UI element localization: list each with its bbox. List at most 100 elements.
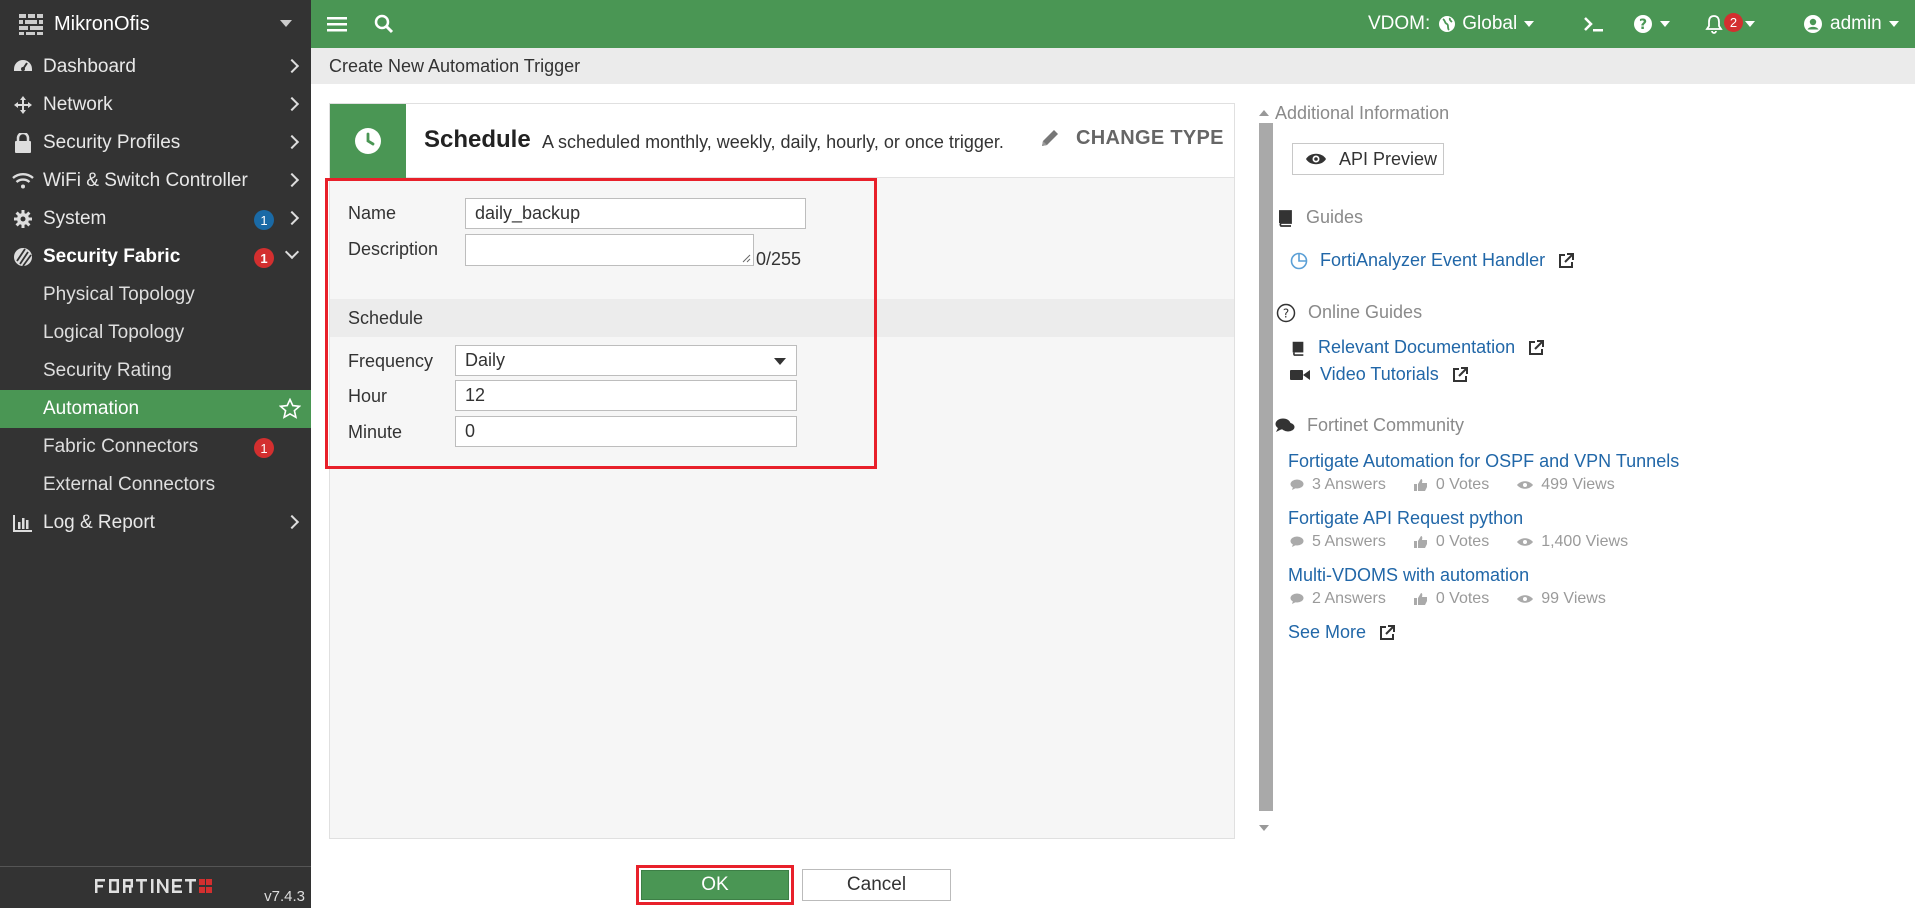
vdom-selector[interactable]: VDOM: Global [1368, 0, 1535, 48]
community-post-meta: 5 Answers 0 Votes 1,400 Views [1290, 533, 1656, 551]
chevron-right-icon [284, 58, 300, 74]
guide-link-label: FortiAnalyzer Event Handler [1320, 250, 1546, 270]
community-post-meta: 3 Answers 0 Votes 499 Views [1290, 476, 1643, 494]
chevron-right-icon [284, 514, 300, 530]
globe-icon [1439, 16, 1456, 32]
trigger-type-header: Schedule A scheduled monthly, weekly, da… [330, 104, 1234, 178]
cancel-button[interactable]: Cancel [802, 869, 951, 901]
chevron-right-icon [284, 172, 300, 188]
scroll-down-arrow-icon[interactable] [1259, 825, 1269, 831]
sidebar-item-security-fabric[interactable]: Security Fabric 1 [0, 238, 311, 276]
bar-chart-icon [12, 512, 34, 534]
notification-count-badge: 2 [1724, 13, 1743, 32]
user-menu-button[interactable]: admin [1803, 0, 1899, 48]
video-tutorials-link[interactable]: Video Tutorials [1290, 364, 1469, 385]
comment-icon [1290, 593, 1304, 604]
guides-header: Guides [1276, 207, 1363, 228]
sidebar-item-label: Security Fabric [43, 246, 181, 267]
change-type-button[interactable]: CHANGE TYPE [1038, 126, 1224, 150]
eye-icon [1517, 481, 1534, 489]
scrollbar-thumb[interactable] [1259, 123, 1273, 811]
eye-icon [1517, 538, 1534, 546]
vdom-value: Global [1462, 13, 1518, 34]
chevron-right-icon [284, 210, 300, 226]
book-icon [1292, 341, 1304, 356]
brand-dropdown-caret-icon[interactable] [280, 20, 292, 27]
sidebar-item-wifi-switch[interactable]: WiFi & Switch Controller [0, 162, 311, 200]
sidebar-item-dashboard[interactable]: Dashboard [0, 48, 311, 86]
user-avatar-icon [1804, 15, 1822, 33]
eye-icon [1517, 595, 1534, 603]
community-post-link[interactable]: Fortigate Automation for OSPF and VPN Tu… [1288, 451, 1679, 472]
thumbs-up-icon [1413, 536, 1427, 548]
external-link-icon [1559, 252, 1575, 268]
eye-icon [1306, 153, 1326, 165]
notifications-button[interactable]: 2 [1705, 0, 1755, 48]
page-title-bar: Create New Automation Trigger [311, 48, 1915, 84]
fortigate-device-icon [19, 14, 43, 35]
bell-icon [1705, 15, 1723, 34]
caret-down-icon [1745, 21, 1755, 27]
external-link-icon [1380, 624, 1396, 640]
wifi-icon [12, 170, 34, 192]
cli-console-button[interactable] [1583, 0, 1605, 48]
video-camera-icon [1290, 369, 1310, 380]
book-icon [1279, 209, 1292, 227]
menu-toggle-button[interactable] [327, 0, 347, 48]
sidebar-subitem-fabric-connectors[interactable]: Fabric Connectors 1 [0, 428, 311, 466]
sidebar-item-label: Automation [43, 398, 140, 419]
sidebar-subitem-external-connectors[interactable]: External Connectors [0, 466, 311, 504]
online-guides-header: ? Online Guides [1276, 302, 1422, 323]
api-preview-label: API Preview [1339, 148, 1438, 169]
see-more-label: See More [1288, 622, 1367, 642]
chevron-right-icon [284, 96, 300, 112]
version-label: v7.4.3 [264, 888, 305, 905]
votes-count: 0 Votes [1413, 590, 1489, 608]
sidebar-subitem-logical-topology[interactable]: Logical Topology [0, 314, 311, 352]
sidebar-item-label: Logical Topology [43, 322, 185, 343]
svg-text:?: ? [1639, 17, 1647, 33]
sidebar-subitem-security-rating[interactable]: Security Rating [0, 352, 311, 390]
external-link-icon [1529, 339, 1545, 355]
fortinet-community-header: Fortinet Community [1275, 415, 1464, 436]
votes-count: 0 Votes [1413, 476, 1489, 494]
pencil-icon [1042, 130, 1058, 146]
sidebar-item-label: Network [43, 94, 113, 115]
help-circle-icon: ? [1634, 15, 1652, 33]
user-name: admin [1830, 13, 1882, 34]
notification-badge: 1 [254, 248, 274, 268]
brand-header[interactable]: MikronOfis [0, 0, 311, 48]
sidebar-item-log-report[interactable]: Log & Report [0, 504, 311, 542]
sidebar-item-security-profiles[interactable]: Security Profiles [0, 124, 311, 162]
network-arrows-icon [12, 94, 34, 116]
help-menu-button[interactable]: ? [1633, 0, 1670, 48]
ok-button[interactable]: OK [641, 870, 789, 900]
sidebar-footer: v7.4.3 [0, 866, 311, 908]
votes-count: 0 Votes [1413, 533, 1489, 551]
brand-name: MikronOfis [54, 12, 150, 35]
terminal-icon [1584, 17, 1603, 32]
sidebar-subitem-physical-topology[interactable]: Physical Topology [0, 276, 311, 314]
dashboard-icon [12, 56, 34, 78]
favorite-star-icon[interactable] [279, 398, 301, 420]
caret-down-icon [1524, 21, 1535, 27]
community-post-link[interactable]: Fortigate API Request python [1288, 508, 1523, 529]
relevant-documentation-link[interactable]: Relevant Documentation [1290, 337, 1545, 358]
trigger-type-icon-box [330, 104, 406, 178]
sidebar-subitem-automation[interactable]: Automation [0, 390, 311, 428]
clock-icon [355, 128, 381, 154]
search-button[interactable] [374, 0, 394, 48]
sidebar-item-network[interactable]: Network [0, 86, 311, 124]
community-label: Fortinet Community [1307, 415, 1465, 435]
fortianalyzer-guide-link[interactable]: FortiAnalyzer Event Handler [1290, 250, 1575, 271]
community-post-link[interactable]: Multi-VDOMS with automation [1288, 565, 1529, 586]
notification-badge: 1 [254, 438, 274, 458]
chevron-down-icon [284, 244, 300, 260]
vdom-label: VDOM: [1368, 13, 1431, 34]
search-icon [374, 14, 394, 34]
see-more-link[interactable]: See More [1288, 622, 1396, 643]
answers-count: 3 Answers [1290, 476, 1386, 494]
scroll-up-arrow-icon[interactable] [1259, 110, 1269, 116]
sidebar-item-system[interactable]: System 1 [0, 200, 311, 238]
api-preview-button[interactable]: API Preview [1292, 143, 1444, 175]
